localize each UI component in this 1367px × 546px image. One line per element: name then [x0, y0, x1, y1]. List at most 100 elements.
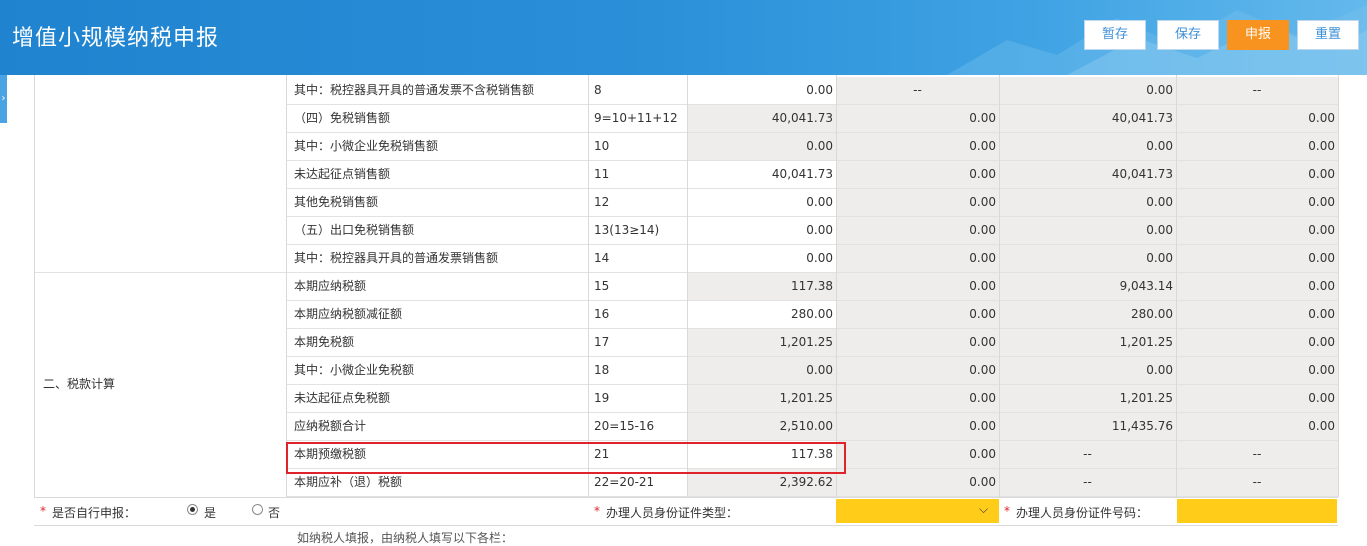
radio-no[interactable] [252, 504, 263, 515]
row-label: 未达起征点销售额 [294, 167, 391, 181]
save-button[interactable]: 保存 [1157, 20, 1219, 50]
row-label: 本期应补（退）税额 [294, 475, 403, 489]
row-code: 21 [594, 447, 610, 461]
value-cell-current[interactable]: 280.00 [687, 301, 836, 329]
value-cell-ytd-service: 0.00 [1176, 217, 1338, 245]
value-cell-ytd: 1,201.25 [999, 385, 1176, 413]
value-cell-ytd: 0.00 [999, 245, 1176, 273]
value-cell-current-service: 0.00 [836, 217, 999, 245]
value-cell-current: 2,392.62 [687, 469, 836, 497]
value-cell-current-service: 0.00 [836, 245, 999, 273]
save-draft-button[interactable]: 暂存 [1084, 20, 1146, 50]
column-divider [588, 75, 589, 497]
value-cell-ytd: -- [999, 469, 1176, 497]
row-code: 13(13≥14) [594, 223, 660, 237]
tax-form-table: 二、税款计算 其中：税控器具开具的普通发票不含税销售额 8 0.00 -- 0.00 --… [0, 75, 1367, 545]
row-code: 20=15-16 [594, 419, 655, 433]
column-divider [34, 75, 35, 497]
reset-button[interactable]: 重置 [1297, 20, 1359, 50]
value-cell-current-service: 0.00 [836, 189, 999, 217]
value-cell-current-service: 0.00 [836, 357, 999, 385]
value-cell-current-service: 0.00 [836, 329, 999, 357]
row-code: 9=10+11+12 [594, 111, 678, 125]
row-code: 18 [594, 363, 610, 377]
self-declare-label: 是否自行申报： [52, 506, 137, 520]
row-label: 其他免税销售额 [294, 195, 379, 209]
row-code: 17 [594, 335, 610, 349]
chevron-down-icon: ⌵ [979, 502, 989, 516]
value-cell-ytd: 40,041.73 [999, 161, 1176, 189]
value-cell-current-service: 0.00 [836, 273, 999, 301]
required-star: * [594, 504, 600, 518]
radio-yes-label: 是 [204, 506, 217, 520]
value-cell-current-service: 0.00 [836, 385, 999, 413]
value-cell-current[interactable]: 0.00 [687, 189, 836, 217]
value-cell-current[interactable]: 0.00 [687, 245, 836, 273]
value-cell-current[interactable]: 117.38 [687, 441, 836, 469]
required-star: * [40, 504, 46, 518]
radio-yes-dot [190, 507, 195, 512]
column-divider [1338, 75, 1339, 497]
value-cell-current-service: 0.00 [836, 413, 999, 441]
value-cell-current-service: 0.00 [836, 161, 999, 189]
value-cell-current[interactable]: 40,041.73 [687, 161, 836, 189]
value-cell-ytd-service: 0.00 [1176, 385, 1338, 413]
value-cell-ytd: 0.00 [999, 357, 1176, 385]
row-label: 其中：税控器具开具的普通发票不含税销售额 [294, 83, 535, 97]
page-title: 增值小规模纳税申报 [12, 26, 220, 51]
value-cell-current: 117.38 [687, 273, 836, 301]
footer-divider [34, 525, 1338, 526]
value-cell-ytd: 9,043.14 [999, 273, 1176, 301]
value-cell-current: 1,201.25 [687, 329, 836, 357]
row-label: 其中：小微企业免税额 [294, 363, 415, 377]
value-cell-ytd-service: 0.00 [1176, 329, 1338, 357]
column-divider [687, 75, 688, 497]
row-code: 11 [594, 167, 610, 181]
column-divider [1176, 75, 1177, 497]
value-cell-ytd-service: 0.00 [1176, 273, 1338, 301]
value-cell-ytd: 280.00 [999, 301, 1176, 329]
column-divider [286, 75, 287, 497]
id-no-input[interactable] [1177, 499, 1337, 523]
value-cell-current-service: 0.00 [836, 105, 999, 133]
column-divider [999, 75, 1000, 497]
row-label: 其中：税控器具开具的普通发票销售额 [294, 251, 499, 265]
id-no-label: 办理人员身份证件号码： [1016, 506, 1149, 520]
id-type-label: 办理人员身份证件类型： [606, 506, 739, 520]
row-label: （五）出口免税销售额 [294, 223, 415, 237]
note-text: 如纳税人填报，由纳税人填写以下各栏： [297, 531, 514, 545]
row-code: 15 [594, 279, 610, 293]
footer-divider [34, 497, 1338, 498]
value-cell-ytd: 1,201.25 [999, 329, 1176, 357]
value-cell-ytd: 0.00 [999, 77, 1176, 105]
value-cell-ytd-service: -- [1176, 77, 1338, 105]
value-cell-current: 0.00 [687, 133, 836, 161]
row-label: 其中：小微企业免税销售额 [294, 139, 439, 153]
section-label-tax-calc: 二、税款计算 [43, 377, 116, 391]
row-label: 应纳税额合计 [294, 419, 367, 433]
column-divider [836, 75, 837, 497]
id-type-select[interactable] [836, 499, 999, 523]
value-cell-current[interactable]: 0.00 [687, 217, 836, 245]
value-cell-current-service: -- [836, 77, 999, 105]
radio-no-label: 否 [268, 506, 281, 520]
row-code: 14 [594, 251, 610, 265]
value-cell-current: 2,510.00 [687, 413, 836, 441]
required-star: * [1004, 504, 1010, 518]
declare-button[interactable]: 申报 [1227, 20, 1289, 50]
value-cell-current-service: 0.00 [836, 301, 999, 329]
row-code: 12 [594, 195, 610, 209]
header-bar: 增值小规模纳税申报 暂存 保存 申报 重置 [0, 0, 1367, 75]
value-cell-ytd: 40,041.73 [999, 105, 1176, 133]
value-cell-ytd-service: -- [1176, 441, 1338, 469]
value-cell-ytd: 0.00 [999, 133, 1176, 161]
row-label: 本期应纳税额 [294, 279, 367, 293]
value-cell-current[interactable]: 0.00 [687, 77, 836, 105]
value-cell-ytd: 0.00 [999, 189, 1176, 217]
row-code: 8 [594, 83, 602, 97]
value-cell-ytd-service: 0.00 [1176, 413, 1338, 441]
value-cell-ytd-service: 0.00 [1176, 133, 1338, 161]
value-cell-current-service: 0.00 [836, 469, 999, 497]
row-label: 未达起征点免税额 [294, 391, 391, 405]
value-cell-ytd-service: 0.00 [1176, 357, 1338, 385]
